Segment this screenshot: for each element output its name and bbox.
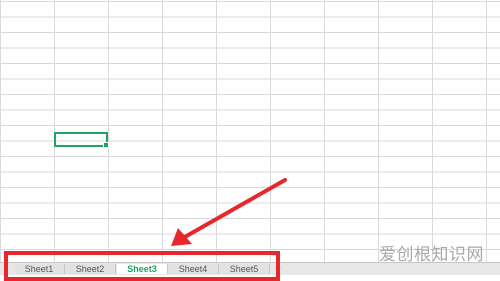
pointer-arrow xyxy=(171,178,287,246)
watermark: 爱创根知识网 xyxy=(379,245,484,264)
